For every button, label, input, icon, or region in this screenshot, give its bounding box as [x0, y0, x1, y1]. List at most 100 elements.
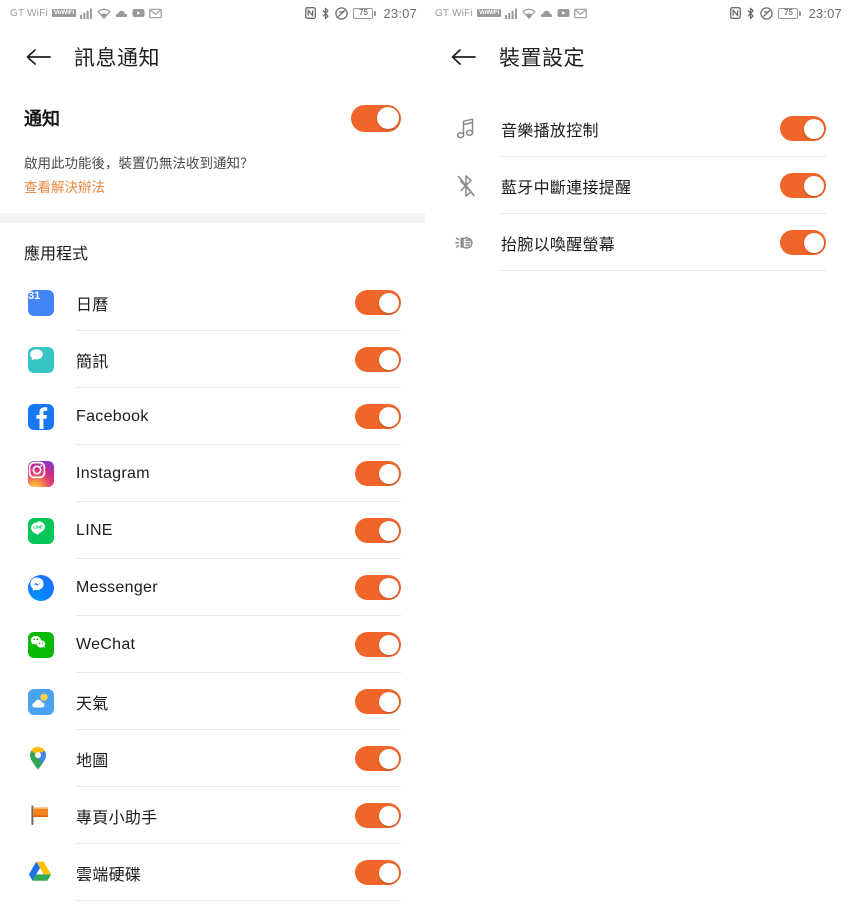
row-toggle[interactable]	[355, 347, 401, 373]
pages-manager-icon	[28, 802, 54, 829]
row-toggle[interactable]	[355, 803, 401, 829]
app-row[interactable]: 地圖	[0, 730, 425, 788]
wifi-icon	[97, 8, 111, 19]
row-label: 地圖	[76, 752, 109, 770]
app-row[interactable]: 雲端硬碟	[0, 844, 425, 902]
row-divider	[501, 270, 826, 271]
toggle-knob	[376, 107, 399, 129]
row-label: Instagram	[76, 464, 150, 482]
notification-master-row[interactable]: 通知	[0, 96, 425, 140]
row-divider	[76, 900, 401, 902]
battery-level-label: 75	[778, 7, 799, 19]
toggle-knob	[803, 118, 824, 139]
gmail-icon	[149, 8, 162, 19]
row-toggle[interactable]	[355, 461, 401, 487]
row-label: 藍牙中斷連接提醒	[501, 179, 632, 197]
signal-icon	[505, 8, 518, 19]
dnd-icon	[335, 6, 349, 20]
app-row[interactable]: 天氣	[0, 673, 425, 731]
nfc-icon	[305, 7, 317, 19]
device-settings-list: 音樂播放控制藍牙中斷連接提醒 抬腕以喚醒螢幕	[425, 100, 850, 271]
back-button[interactable]	[449, 43, 477, 71]
toggle-knob	[378, 577, 399, 598]
row-label: 天氣	[76, 695, 109, 713]
status-bar-left: GT WiFi VoWiFi	[10, 8, 162, 19]
row-toggle[interactable]	[355, 290, 401, 316]
row-label: 雲端硬碟	[76, 866, 142, 884]
raise-wrist-icon	[453, 230, 479, 256]
notification-master-toggle[interactable]	[351, 104, 401, 132]
toggle-knob	[378, 691, 399, 712]
row-toggle[interactable]	[780, 116, 826, 141]
page-title: 裝置設定	[499, 47, 585, 70]
messenger-icon	[28, 574, 54, 601]
toggle-knob	[378, 292, 399, 313]
app-row[interactable]: 31 日曆	[0, 274, 425, 332]
bluetooth-off-icon	[453, 173, 479, 199]
toggle-knob	[803, 175, 824, 196]
apps-section-header: 應用程式	[24, 246, 89, 264]
weather-icon	[28, 688, 54, 715]
toggle-knob	[378, 463, 399, 484]
row-toggle[interactable]	[355, 860, 401, 886]
battery-icon: 75	[778, 7, 802, 19]
page-header-right: 裝置設定	[425, 26, 850, 88]
clock-label: 23:07	[808, 5, 842, 21]
battery-level-label: 75	[353, 7, 374, 19]
row-label: 音樂播放控制	[501, 122, 599, 140]
toggle-knob	[378, 805, 399, 826]
battery-cap	[799, 10, 802, 16]
row-label: 日曆	[76, 296, 109, 314]
maps-icon	[28, 745, 54, 772]
row-toggle[interactable]	[355, 689, 401, 715]
status-bar: GT WiFi VoWiFi 75 23:07	[0, 0, 425, 26]
row-label: Facebook	[76, 407, 149, 425]
app-row[interactable]: Messenger	[0, 559, 425, 617]
carrier-label: GT WiFi	[10, 7, 48, 19]
row-toggle[interactable]	[355, 575, 401, 601]
row-label: WeChat	[76, 635, 136, 653]
row-toggle[interactable]	[780, 230, 826, 255]
youtube-icon	[132, 8, 145, 18]
toggle-knob	[378, 406, 399, 427]
notification-master-label: 通知	[24, 109, 60, 129]
wechat-icon	[28, 631, 54, 658]
facebook-icon	[28, 403, 54, 430]
setting-row[interactable]: 音樂播放控制	[425, 100, 850, 157]
row-toggle[interactable]	[355, 404, 401, 430]
cloud-icon	[115, 9, 128, 18]
row-toggle[interactable]	[355, 746, 401, 772]
messages-icon	[28, 346, 54, 373]
row-label: 抬腕以喚醒螢幕	[501, 236, 616, 254]
notification-help-link[interactable]: 查看解決辦法	[0, 176, 425, 196]
status-bar-left: GT WiFi VoWiFi	[435, 8, 587, 19]
row-toggle[interactable]	[780, 173, 826, 198]
dual-screenshot-container: GT WiFi VoWiFi 75 23:07 訊息通知 通知 啟用此功能後，裝…	[0, 0, 850, 919]
right-screen-device-settings: GT WiFi VoWiFi 75 23:07 裝置設定 音樂播放控制 藍牙中斷…	[425, 0, 850, 919]
battery-cap	[374, 10, 377, 16]
music-note-icon	[453, 116, 479, 142]
setting-row[interactable]: 抬腕以喚醒螢幕	[425, 214, 850, 271]
app-row[interactable]: Facebook	[0, 388, 425, 446]
app-row[interactable]: Instagram	[0, 445, 425, 503]
youtube-icon	[557, 8, 570, 18]
carrier-label: GT WiFi	[435, 7, 473, 19]
status-bar-right: 75 23:07	[305, 6, 417, 21]
setting-row[interactable]: 藍牙中斷連接提醒	[425, 157, 850, 214]
status-bar-right: 75 23:07	[730, 6, 842, 21]
row-toggle[interactable]	[355, 632, 401, 658]
line-icon: LINE	[28, 517, 54, 544]
gmail-icon	[574, 8, 587, 19]
row-toggle[interactable]	[355, 518, 401, 544]
app-row[interactable]: 專頁小助手	[0, 787, 425, 845]
app-row[interactable]: WeChat	[0, 616, 425, 674]
page-title: 訊息通知	[74, 47, 160, 70]
row-label: Messenger	[76, 578, 158, 596]
calendar-icon: 31	[28, 289, 54, 316]
app-row[interactable]: LINE LINE	[0, 502, 425, 560]
signal-icon	[80, 8, 93, 19]
page-header-left: 訊息通知	[0, 26, 425, 88]
svg-text:LINE: LINE	[33, 524, 43, 529]
app-row[interactable]: 簡訊	[0, 331, 425, 389]
back-button[interactable]	[24, 43, 52, 71]
